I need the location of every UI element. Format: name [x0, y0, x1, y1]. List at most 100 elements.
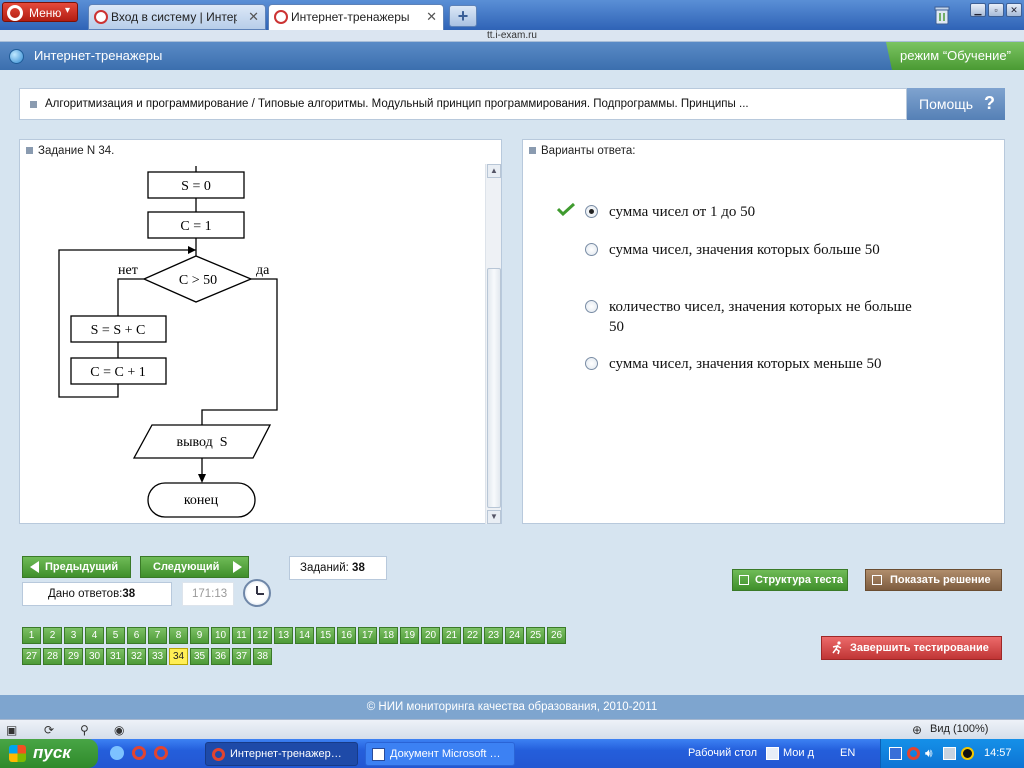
volume-icon[interactable]: 🔊︎: [925, 747, 938, 760]
language-indicator[interactable]: EN: [840, 747, 855, 759]
clock-icon: [243, 579, 271, 607]
close-tab-icon[interactable]: ✕: [248, 9, 259, 25]
task-number-12[interactable]: 12: [253, 627, 272, 644]
help-label: Помощь: [919, 96, 974, 112]
arrow-right-icon: [233, 561, 242, 573]
task-number-37[interactable]: 37: [232, 648, 251, 665]
sync-icon[interactable]: ⟳: [44, 723, 58, 737]
taskbar-clock: 14:57: [984, 747, 1012, 759]
task-number-25[interactable]: 25: [526, 627, 545, 644]
task-number-26[interactable]: 26: [547, 627, 566, 644]
task-number-18[interactable]: 18: [379, 627, 398, 644]
task-number-20[interactable]: 20: [421, 627, 440, 644]
turbo-icon[interactable]: ◉: [114, 723, 128, 737]
task-number-23[interactable]: 23: [484, 627, 503, 644]
show-solution-button[interactable]: Показать решение: [865, 569, 1002, 591]
answered-box: Дано ответов:38: [22, 582, 172, 606]
task-number-14[interactable]: 14: [295, 627, 314, 644]
app-title: Интернет-тренажеры: [34, 48, 163, 63]
opera-menu-button[interactable]: Меню ▾: [2, 2, 78, 22]
zoom-icon[interactable]: ⊕: [912, 723, 926, 737]
answer-text: сумма чисел, значения которых больше 50: [609, 242, 880, 258]
chevron-down-icon: ▾: [65, 5, 71, 16]
start-button[interactable]: пуск: [0, 739, 98, 768]
previous-button[interactable]: Предыдущий: [22, 556, 131, 578]
radio[interactable]: [585, 357, 598, 370]
task-number-3[interactable]: 3: [64, 627, 83, 644]
tasks-label: Заданий:: [300, 562, 349, 574]
antivirus-icon[interactable]: [907, 747, 920, 760]
task-number-38[interactable]: 38: [253, 648, 272, 665]
task-number-34[interactable]: 34: [169, 648, 188, 665]
help-button[interactable]: Помощь ?: [907, 88, 1005, 120]
media-icon[interactable]: [961, 747, 974, 760]
task-number-5[interactable]: 5: [106, 627, 125, 644]
task-number-33[interactable]: 33: [148, 648, 167, 665]
tab-trainers[interactable]: Интернет-тренажеры ✕: [268, 4, 444, 30]
task-number-11[interactable]: 11: [232, 627, 251, 644]
quicklaunch-opera-icon[interactable]: [132, 746, 146, 760]
task-number-27[interactable]: 27: [22, 648, 41, 665]
task-number-21[interactable]: 21: [442, 627, 461, 644]
zoom-level[interactable]: Вид (100%): [930, 723, 988, 735]
test-structure-button[interactable]: Структура теста: [732, 569, 848, 591]
task-number-7[interactable]: 7: [148, 627, 167, 644]
answer-text: сумма чисел, значения которых меньше 50: [609, 356, 882, 372]
quicklaunch-opera2-icon[interactable]: [154, 746, 168, 760]
task-number-35[interactable]: 35: [190, 648, 209, 665]
task-scrollbar[interactable]: ▲ ▼: [485, 164, 501, 524]
task-number-9[interactable]: 9: [190, 627, 209, 644]
task-number-2[interactable]: 2: [43, 627, 62, 644]
task-number-31[interactable]: 31: [106, 648, 125, 665]
task-number-8[interactable]: 8: [169, 627, 188, 644]
new-tab-button[interactable]: +: [449, 5, 477, 27]
answered-count: 38: [122, 588, 136, 600]
task-number-29[interactable]: 29: [64, 648, 83, 665]
arrow-left-icon: [30, 561, 39, 573]
share-icon[interactable]: ⚲: [80, 723, 94, 737]
task-number-22[interactable]: 22: [463, 627, 482, 644]
task-number-24[interactable]: 24: [505, 627, 524, 644]
scroll-down-icon[interactable]: ▼: [487, 510, 501, 524]
answer-text: количество чисел, значения которых не бо…: [609, 299, 912, 335]
radio[interactable]: [585, 300, 598, 313]
taskbar-item-word[interactable]: Документ Microsoft …: [365, 742, 515, 766]
scroll-up-icon[interactable]: ▲: [487, 164, 501, 178]
radio-selected[interactable]: [585, 205, 598, 218]
scroll-thumb[interactable]: [487, 268, 501, 508]
close-window-button[interactable]: ✕: [1006, 3, 1022, 17]
close-tab-icon[interactable]: ✕: [426, 9, 437, 25]
task-number-32[interactable]: 32: [127, 648, 146, 665]
start-label: пуск: [33, 743, 71, 762]
task-number-1[interactable]: 1: [22, 627, 41, 644]
finish-test-button[interactable]: Завершить тестирование: [821, 636, 1002, 660]
trash-icon[interactable]: [932, 4, 952, 26]
my-documents-toolbar[interactable]: Мои д: [783, 747, 814, 759]
task-number-30[interactable]: 30: [85, 648, 104, 665]
flow-text-no: нет: [118, 263, 138, 278]
task-number-13[interactable]: 13: [274, 627, 293, 644]
task-number-16[interactable]: 16: [337, 627, 356, 644]
task-number-4[interactable]: 4: [85, 627, 104, 644]
minimize-button[interactable]: ▁: [970, 3, 986, 17]
radio[interactable]: [585, 243, 598, 256]
desktop-toolbar[interactable]: Рабочий стол: [688, 747, 757, 759]
word-document-icon: [372, 748, 385, 761]
task-number-36[interactable]: 36: [211, 648, 230, 665]
network-icon[interactable]: [889, 747, 902, 760]
task-number-19[interactable]: 19: [400, 627, 419, 644]
next-button[interactable]: Следующий: [140, 556, 249, 578]
task-number-17[interactable]: 17: [358, 627, 377, 644]
runner-icon: [832, 641, 842, 655]
maximize-button[interactable]: ▫: [988, 3, 1004, 17]
device-icon[interactable]: [943, 747, 956, 760]
book-icon: [872, 575, 882, 585]
task-number-10[interactable]: 10: [211, 627, 230, 644]
panel-toggle-icon[interactable]: ▣: [6, 723, 20, 737]
task-number-15[interactable]: 15: [316, 627, 335, 644]
task-number-28[interactable]: 28: [43, 648, 62, 665]
tab-login[interactable]: Вход в систему | Интер… ✕: [88, 4, 266, 30]
task-number-6[interactable]: 6: [127, 627, 146, 644]
quicklaunch-ie-icon[interactable]: [110, 746, 124, 760]
taskbar-item-opera[interactable]: Интернет-тренажер…: [205, 742, 358, 766]
